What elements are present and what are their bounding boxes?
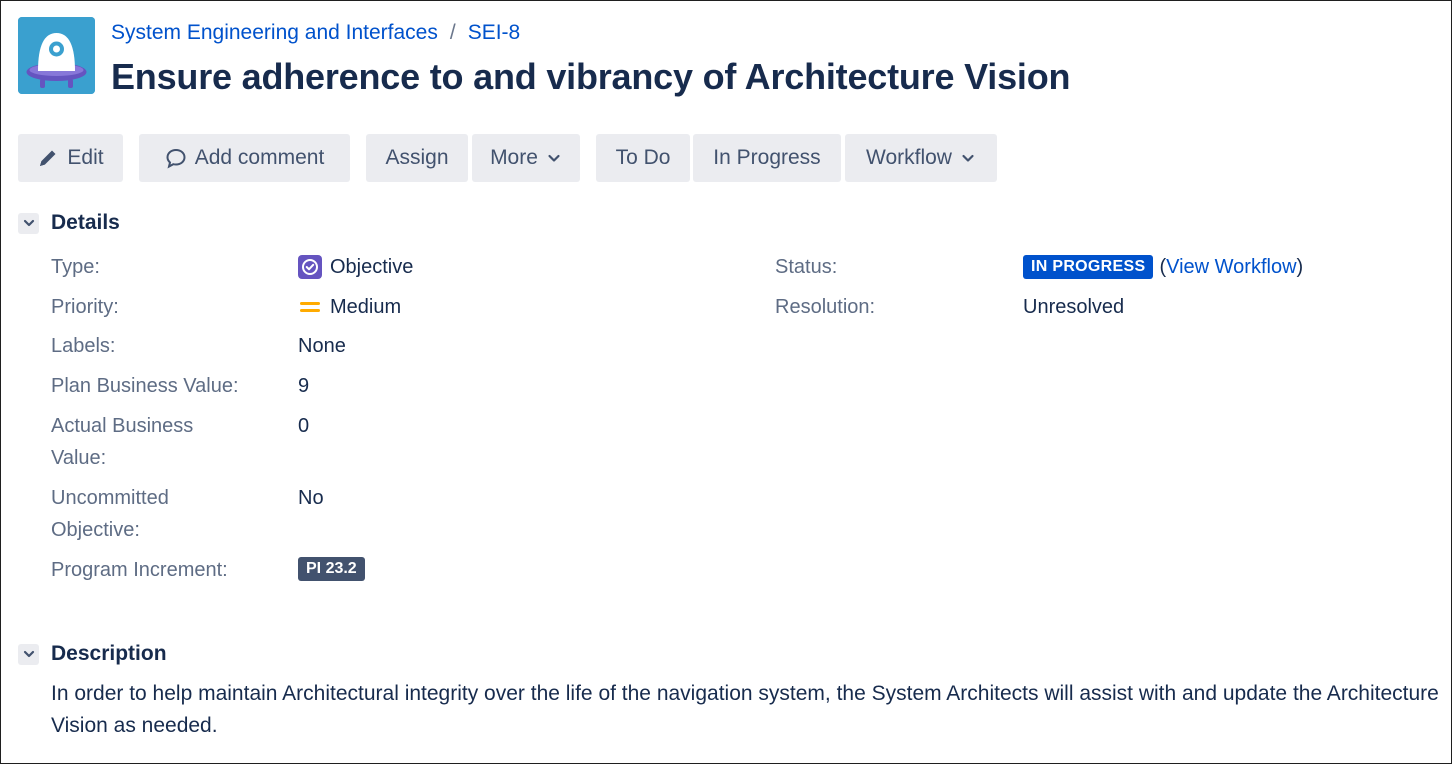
chevron-down-icon — [23, 219, 34, 227]
in-progress-transition-button[interactable]: In Progress — [693, 134, 841, 182]
ufo-robot-avatar-icon — [18, 17, 95, 94]
actual-business-value-value: 0 — [298, 415, 310, 437]
description-section-title: Description — [51, 642, 167, 665]
workflow-dropdown-button[interactable]: Workflow — [845, 134, 997, 182]
chevron-down-icon — [962, 154, 974, 162]
labels-label: Labels: — [51, 335, 116, 357]
assign-button-label: Assign — [385, 146, 449, 169]
priority-value-text: Medium — [330, 296, 402, 318]
assign-button[interactable]: Assign — [366, 134, 468, 182]
todo-transition-button[interactable]: To Do — [596, 134, 690, 182]
status-value: IN PROGRESS (View Workflow) — [1023, 251, 1303, 283]
priority-medium-icon — [300, 302, 320, 312]
in-progress-button-label: In Progress — [713, 146, 821, 169]
program-increment-label: Program Increment: — [51, 559, 228, 581]
workflow-button-label: Workflow — [866, 146, 952, 169]
plan-business-value-value: 9 — [298, 375, 310, 397]
todo-button-label: To Do — [615, 146, 671, 169]
uncommitted-objective-value: No — [298, 487, 324, 509]
breadcrumb: System Engineering and Interfaces / SEI-8 — [111, 20, 520, 46]
view-workflow-link[interactable]: View Workflow — [1166, 251, 1296, 283]
project-avatar[interactable] — [18, 17, 95, 94]
resolution-value: Unresolved — [1023, 296, 1125, 318]
labels-value: None — [298, 335, 346, 357]
chevron-down-icon — [548, 154, 560, 162]
program-increment-badge[interactable]: PI 23.2 — [298, 557, 365, 581]
status-lozenge: IN PROGRESS — [1023, 255, 1154, 279]
type-value: Objective — [298, 251, 413, 283]
chevron-down-icon — [23, 650, 34, 658]
add-comment-button[interactable]: Add comment — [139, 134, 350, 182]
details-section-title: Details — [51, 211, 120, 234]
status-label: Status: — [775, 256, 838, 278]
program-increment-value: PI 23.2 — [298, 557, 365, 581]
pencil-icon — [40, 150, 56, 166]
priority-label: Priority: — [51, 296, 119, 318]
comment-icon — [166, 148, 186, 169]
type-value-text: Objective — [330, 256, 414, 278]
description-section-header[interactable]: Description — [18, 641, 167, 667]
breadcrumb-issue-key-link[interactable]: SEI-8 — [468, 21, 521, 44]
more-button-label: More — [490, 146, 538, 169]
uncommitted-objective-label: Uncommitted Objective: — [51, 487, 169, 541]
status-open-paren: ( — [1159, 256, 1167, 278]
add-comment-button-label: Add comment — [194, 146, 325, 169]
issue-title[interactable]: Ensure adherence to and vibrancy of Arch… — [111, 54, 1070, 100]
actual-business-value-label: Actual Business Value: — [51, 415, 194, 469]
resolution-label: Resolution: — [775, 296, 876, 318]
breadcrumb-separator: / — [449, 21, 456, 44]
breadcrumb-project-link[interactable]: System Engineering and Interfaces — [111, 21, 438, 44]
details-section-header[interactable]: Details — [18, 210, 120, 236]
edit-button-label: Edit — [67, 146, 104, 169]
details-collapse-toggle[interactable] — [18, 212, 39, 234]
more-dropdown-button[interactable]: More — [472, 134, 580, 182]
description-collapse-toggle[interactable] — [18, 643, 39, 665]
edit-button[interactable]: Edit — [18, 134, 123, 182]
priority-value: Medium — [298, 291, 401, 323]
objective-check-icon — [298, 255, 322, 279]
plan-business-value-label: Plan Business Value: — [51, 375, 239, 397]
description-text[interactable]: In order to help maintain Architectural … — [51, 678, 1441, 742]
status-close-paren: ) — [1296, 256, 1304, 278]
type-label: Type: — [51, 256, 100, 278]
